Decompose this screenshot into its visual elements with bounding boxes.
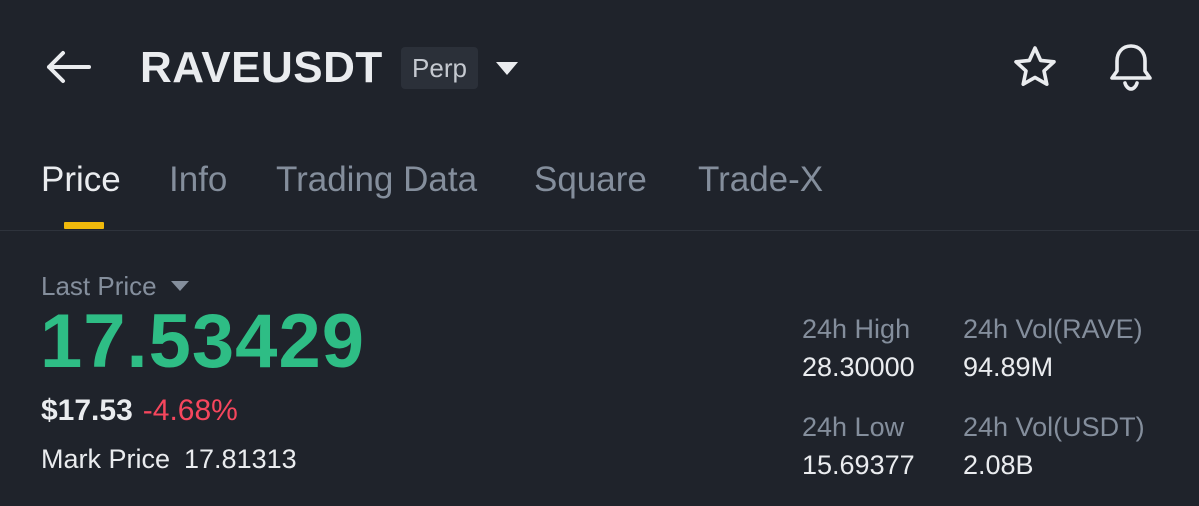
stat-value: 28.30000 — [802, 352, 915, 382]
caret-down-icon — [492, 62, 522, 84]
back-button[interactable] — [40, 46, 96, 92]
tab-price[interactable]: Price — [41, 158, 121, 202]
stat-24h-vol-base: 24h Vol(RAVE) 94.89M — [963, 312, 1143, 384]
stat-value: 15.69377 — [802, 450, 915, 480]
active-tab-indicator — [64, 222, 104, 229]
mark-price-label: Mark Price — [41, 444, 171, 474]
symbol-title[interactable]: RAVEUSDT — [140, 42, 383, 94]
contract-type-badge: Perp — [401, 47, 478, 89]
last-price-value: 17.53429 — [40, 299, 365, 384]
price-change-percent: -4.68% — [142, 394, 238, 427]
price-alert-button[interactable] — [1102, 40, 1160, 96]
mark-price-row: Mark Price 17.81313 — [41, 442, 297, 476]
tab-square[interactable]: Square — [534, 158, 647, 202]
top-bar: RAVEUSDT Perp — [0, 0, 1199, 135]
usd-price: $17.53 — [41, 394, 133, 427]
usd-price-row: $17.53 -4.68% — [41, 392, 238, 430]
stat-24h-low: 24h Low 15.69377 — [802, 410, 915, 482]
last-price-selector[interactable]: Last Price — [41, 270, 189, 302]
symbol-dropdown-button[interactable] — [492, 56, 522, 80]
stat-label: 24h Low — [802, 412, 905, 442]
stat-value: 94.89M — [963, 352, 1054, 382]
stat-24h-high: 24h High 28.30000 — [802, 312, 915, 384]
star-icon — [1011, 44, 1059, 95]
tab-divider — [0, 230, 1199, 231]
favorite-button[interactable] — [1006, 44, 1064, 94]
stat-label: 24h Vol(USDT) — [963, 412, 1145, 442]
bell-icon — [1106, 40, 1156, 97]
tab-trading-data[interactable]: Trading Data — [276, 158, 477, 202]
mark-price-value: 17.81313 — [184, 444, 297, 474]
stat-value: 2.08B — [963, 450, 1034, 480]
caret-down-icon — [170, 281, 189, 291]
tab-bar: Price Info Trading Data Square Trade-X — [0, 150, 1199, 230]
arrow-left-icon — [45, 50, 91, 89]
stat-24h-vol-quote: 24h Vol(USDT) 2.08B — [963, 410, 1145, 482]
last-price-label: Last Price — [41, 271, 157, 301]
tab-info[interactable]: Info — [169, 158, 227, 202]
tab-trade-x[interactable]: Trade-X — [698, 158, 823, 202]
stat-label: 24h Vol(RAVE) — [963, 314, 1143, 344]
stat-label: 24h High — [802, 314, 911, 344]
